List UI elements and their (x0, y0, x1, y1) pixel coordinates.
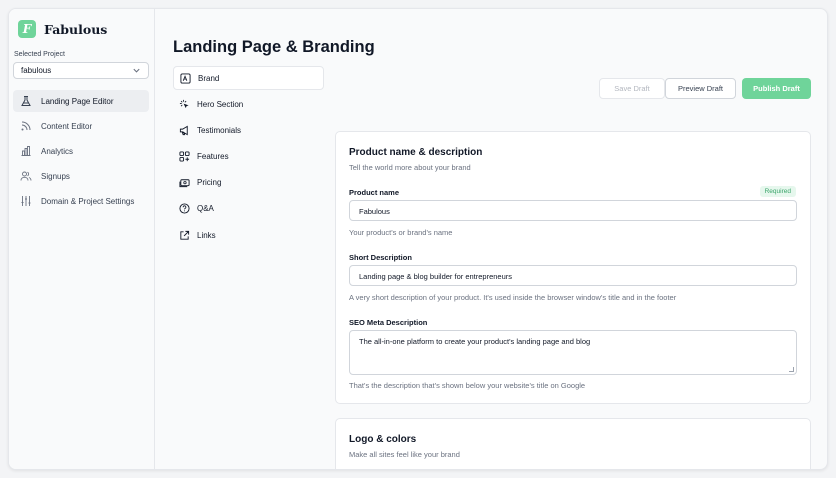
seo-description-textarea[interactable]: The all-in-one platform to create your p… (349, 330, 797, 375)
project-label: Selected Project (14, 51, 65, 58)
resize-handle-icon[interactable] (789, 367, 794, 372)
external-link-icon (180, 230, 190, 240)
users-icon (20, 171, 32, 181)
bar-chart-icon (21, 146, 31, 156)
grid-plus-icon (179, 151, 190, 162)
project-select[interactable]: fabulous (13, 62, 149, 79)
sidebar-item-label: Analytics (41, 146, 74, 156)
sidebar-item-domain-settings[interactable]: Domain & Project Settings (13, 190, 149, 212)
card-subtitle: Tell the world more about your brand (349, 163, 471, 172)
tab-label: Features (197, 152, 229, 162)
product-card: Product name & description Tell the worl… (335, 131, 811, 404)
cash-icon (179, 179, 190, 188)
rss-icon (21, 121, 31, 131)
preview-draft-button[interactable]: Preview Draft (665, 78, 736, 99)
tab-label: Pricing (197, 178, 222, 188)
publish-draft-button[interactable]: Publish Draft (742, 78, 811, 99)
brand-name: Fabulous (44, 21, 108, 37)
sliders-icon (21, 196, 31, 206)
required-badge: Required (759, 186, 796, 197)
flask-icon (21, 96, 31, 106)
app-window: F Fabulous Selected Project fabulous Lan… (8, 8, 828, 470)
tab-testimonials[interactable]: Testimonials (173, 118, 324, 142)
tab-hero-section[interactable]: Hero Section (173, 92, 324, 116)
page-title: Landing Page & Branding (173, 38, 375, 56)
chevron-down-icon (133, 68, 140, 73)
tab-links[interactable]: Links (173, 223, 324, 247)
tab-pricing[interactable]: Pricing (173, 171, 324, 195)
short-description-label: Short Description (349, 253, 412, 262)
sidebar-item-analytics[interactable]: Analytics (13, 140, 149, 162)
short-description-field[interactable]: Landing page & blog builder for entrepre… (349, 265, 797, 286)
tab-features[interactable]: Features (173, 145, 324, 169)
logo-colors-card: Logo & colors Make all sites feel like y… (335, 418, 811, 469)
seo-description-help: That's the description that's shown belo… (349, 381, 586, 390)
sidebar-item-label: Signups (41, 171, 70, 181)
sidebar-nav: Landing Page Editor Content Editor Analy… (13, 90, 149, 215)
save-draft-button[interactable]: Save Draft (599, 78, 665, 99)
tab-label: Brand (198, 73, 220, 83)
question-icon (179, 203, 190, 214)
short-description-help: A very short description of your product… (349, 293, 677, 302)
brand-icon (180, 72, 191, 84)
sidebar-item-landing-page-editor[interactable]: Landing Page Editor (13, 90, 149, 112)
card-title: Logo & colors (349, 434, 417, 445)
card-subtitle: Make all sites feel like your brand (349, 450, 460, 459)
project-select-value: fabulous (21, 66, 52, 75)
brand[interactable]: F Fabulous (18, 20, 107, 38)
card-title: Product name & description (349, 147, 483, 158)
tab-label: Q&A (197, 204, 214, 214)
product-name-label: Product name (349, 188, 400, 197)
tab-label: Links (197, 230, 216, 240)
sidebar-item-signups[interactable]: Signups (13, 165, 149, 187)
sidebar: F Fabulous Selected Project fabulous Lan… (9, 9, 155, 469)
tab-qa[interactable]: Q&A (173, 197, 324, 221)
sidebar-item-content-editor[interactable]: Content Editor (13, 115, 149, 137)
tab-label: Testimonials (197, 125, 242, 135)
seo-description-label: SEO Meta Description (349, 318, 428, 327)
brand-logo-icon: F (18, 20, 36, 38)
cursor-click-icon (179, 99, 189, 108)
tab-label: Hero Section (197, 99, 244, 109)
sidebar-item-label: Landing Page Editor (41, 96, 114, 106)
product-name-field[interactable]: Fabulous (349, 200, 797, 221)
section-nav: Brand Hero Section Testimonials Features… (173, 66, 324, 249)
product-name-help: Your product's or brand's name (349, 228, 453, 237)
seo-description-value: The all-in-one platform to create your p… (359, 337, 591, 346)
tab-brand[interactable]: Brand (173, 66, 324, 90)
megaphone-icon (179, 125, 188, 136)
sidebar-item-label: Domain & Project Settings (41, 196, 135, 206)
sidebar-item-label: Content Editor (41, 121, 93, 131)
